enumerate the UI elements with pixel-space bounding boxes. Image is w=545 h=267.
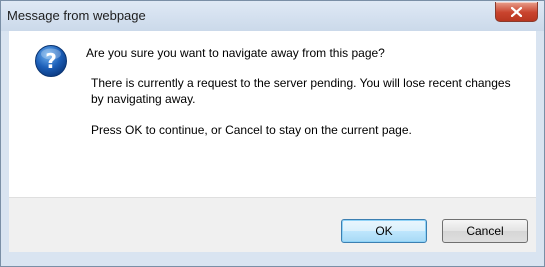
button-bar: OK Cancel <box>9 197 536 252</box>
ok-button[interactable]: OK <box>341 219 427 243</box>
title-bar[interactable]: Message from webpage <box>1 1 544 31</box>
detail-text: There is currently a request to the serv… <box>91 76 511 106</box>
close-button[interactable] <box>495 2 538 22</box>
dialog-window: Message from webpage ? Are you sure you … <box>0 0 545 267</box>
question-text: Are you sure you want to navigate away f… <box>86 46 385 60</box>
window-title: Message from webpage <box>7 8 146 23</box>
cancel-button[interactable]: Cancel <box>442 219 528 243</box>
svg-text:?: ? <box>45 49 57 73</box>
message-area: ? Are you sure you want to navigate away… <box>9 31 536 197</box>
question-icon: ? <box>35 45 67 77</box>
close-icon <box>511 7 522 17</box>
instruction-text: Press OK to continue, or Cancel to stay … <box>91 123 412 137</box>
